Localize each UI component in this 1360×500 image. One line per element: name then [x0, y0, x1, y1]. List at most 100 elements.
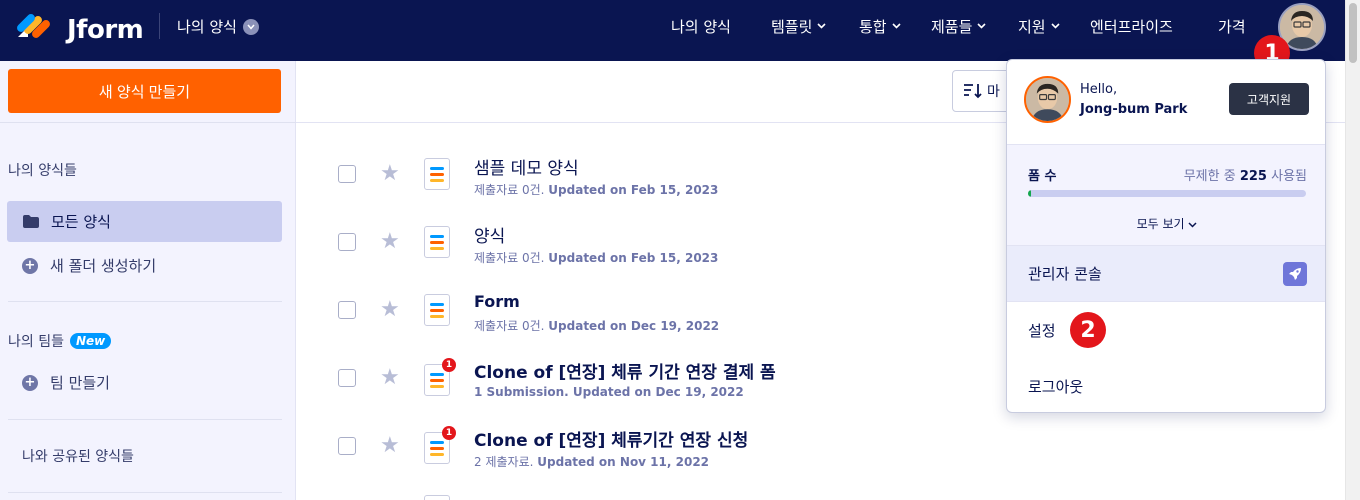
- nav-my-forms[interactable]: 나의 양식: [671, 16, 731, 37]
- nav-products[interactable]: 제품들: [931, 16, 986, 37]
- sidebar-top-divider: [0, 122, 296, 123]
- chevron-down-icon: [817, 22, 826, 32]
- sidebar-divider: [8, 301, 282, 302]
- sidebar-divider: [8, 492, 282, 493]
- form-document-icon: [424, 158, 450, 190]
- form-checkbox[interactable]: [338, 437, 356, 455]
- chevron-down-icon: [1051, 22, 1060, 32]
- form-list-item[interactable]: ★ 1 Clone of [연장] 체류 기간 연장 결제 폼 1 Submis…: [296, 344, 1016, 412]
- form-title[interactable]: Clone of [연장] 체류 기간 연장 결제 폼: [474, 358, 776, 383]
- top-navigation-bar: Jform 나의 양식 나의 양식 템플릿 통합 제품들 지원 엔터프라이즈 가…: [0, 0, 1345, 61]
- create-new-form-button[interactable]: 새 양식 만들기: [8, 69, 281, 113]
- my-forms-heading: 나의 양식들: [8, 163, 77, 179]
- form-title[interactable]: Clone of [연장] 체류기간 연장 신청: [474, 426, 748, 451]
- form-document-icon: [424, 226, 450, 258]
- form-submission-count: 제출자료 0건.: [474, 251, 545, 265]
- callout-badge-2: 2: [1070, 312, 1106, 348]
- view-all-label: 모두 보기: [1136, 217, 1185, 231]
- greeting-text: Hello,: [1080, 82, 1118, 97]
- new-badge: New: [69, 333, 112, 349]
- form-checkbox[interactable]: [338, 165, 356, 183]
- logout-item[interactable]: 로그아웃: [1028, 376, 1083, 397]
- admin-console-item[interactable]: 관리자 콘솔: [1007, 246, 1325, 302]
- form-list-item[interactable]: [296, 480, 1016, 500]
- form-document-icon: 1: [424, 426, 456, 464]
- form-document-icon: [424, 495, 450, 500]
- form-updated-date: Updated on Feb 15, 2023: [548, 251, 719, 265]
- star-icon[interactable]: ★: [380, 231, 400, 253]
- form-submission-count: 1 Submission.: [474, 385, 569, 399]
- dropdown-avatar: [1024, 76, 1071, 123]
- settings-item[interactable]: 설정: [1028, 320, 1056, 341]
- chevron-down-icon: [242, 18, 259, 35]
- jform-logo[interactable]: Jform: [12, 9, 144, 45]
- usage-progress-fill: [1028, 190, 1031, 197]
- nav-templates[interactable]: 템플릿: [771, 16, 826, 37]
- form-list-item[interactable]: ★ 샘플 데모 양식 제출자료 0건. Updated on Feb 15, 2…: [296, 140, 1016, 208]
- star-icon[interactable]: ★: [380, 299, 400, 321]
- form-list-item[interactable]: ★ Form 제출자료 0건. Updated on Dec 19, 2022: [296, 276, 1016, 344]
- form-updated-date: Updated on Feb 15, 2023: [548, 183, 719, 197]
- sidebar-item-shared-forms-label: 나와 공유된 양식들: [22, 449, 134, 465]
- form-usage-value: 무제한 중 225 사용됨: [1184, 165, 1307, 184]
- folder-icon: [23, 215, 39, 228]
- sidebar-item-shared-forms[interactable]: 나와 공유된 양식들: [22, 446, 134, 466]
- star-icon[interactable]: ★: [380, 163, 400, 185]
- sidebar: 새 양식 만들기 나의 양식들 모든 양식 + 새 폴더 생성하기 나의 팀들 …: [0, 61, 296, 500]
- chevron-down-icon: [1188, 222, 1197, 228]
- form-updated-date: Updated on Dec 19, 2022: [548, 319, 720, 333]
- my-forms-dropdown-label: 나의 양식: [177, 18, 237, 36]
- form-usage-panel: 폼 수 무제한 중 225 사용됨 모두 보기: [1007, 144, 1325, 246]
- nav-support[interactable]: 지원: [1018, 16, 1060, 37]
- admin-console-label: 관리자 콘솔: [1028, 265, 1102, 283]
- rocket-icon: [1283, 262, 1307, 286]
- sort-icon: [964, 84, 982, 99]
- user-name: Jong-bum Park: [1080, 102, 1188, 117]
- my-teams-heading-label: 나의 팀들: [8, 334, 64, 350]
- nav-support-label: 지원: [1018, 18, 1046, 36]
- form-submission-count: 제출자료 0건.: [474, 319, 545, 333]
- sidebar-item-all-forms[interactable]: 모든 양식: [7, 201, 282, 242]
- new-submission-badge: 1: [442, 426, 456, 440]
- form-submission-count: 제출자료 0건.: [474, 183, 545, 197]
- form-subtitle: 제출자료 0건. Updated on Dec 19, 2022: [474, 317, 719, 334]
- plus-circle-icon: +: [22, 257, 38, 274]
- page-scrollbar[interactable]: [1345, 0, 1360, 500]
- chevron-down-icon: [892, 22, 901, 32]
- nav-pricing[interactable]: 가격: [1218, 16, 1246, 37]
- form-document-icon: [424, 294, 450, 326]
- form-title[interactable]: Form: [474, 292, 520, 311]
- view-all-link[interactable]: 모두 보기: [1007, 215, 1325, 232]
- sidebar-item-create-team[interactable]: + 팀 만들기: [22, 372, 110, 393]
- sidebar-item-create-team-label: 팀 만들기: [50, 374, 110, 392]
- usage-progress-bar: [1028, 190, 1306, 197]
- form-title[interactable]: 양식: [474, 222, 505, 247]
- form-list-item[interactable]: ★ 1 Clone of [연장] 체류기간 연장 신청 2 제출자료. Upd…: [296, 412, 1016, 480]
- usage-prefix: 무제한 중: [1183, 169, 1236, 184]
- form-document-icon: 1: [424, 358, 456, 396]
- form-updated-date: Updated on Dec 19, 2022: [572, 385, 744, 399]
- brand-name: Jform: [67, 15, 144, 45]
- usage-suffix: 사용됨: [1271, 169, 1307, 184]
- my-teams-heading: 나의 팀들 New: [8, 331, 112, 351]
- customer-support-button[interactable]: 고객지원: [1229, 83, 1309, 115]
- form-checkbox[interactable]: [338, 233, 356, 251]
- nav-enterprise-label: 엔터프라이즈: [1090, 18, 1173, 36]
- form-list-item[interactable]: ★ 양식 제출자료 0건. Updated on Feb 15, 2023: [296, 208, 1016, 276]
- chevron-down-icon: [977, 22, 986, 32]
- sidebar-item-new-folder-label: 새 폴더 생성하기: [50, 257, 157, 275]
- scrollbar-thumb[interactable]: [1349, 3, 1357, 63]
- my-forms-dropdown[interactable]: 나의 양식: [177, 16, 259, 37]
- form-subtitle: 제출자료 0건. Updated on Feb 15, 2023: [474, 181, 718, 198]
- star-icon[interactable]: ★: [380, 435, 400, 457]
- star-icon[interactable]: ★: [380, 367, 400, 389]
- nav-integrations[interactable]: 통합: [859, 16, 901, 37]
- form-title[interactable]: 샘플 데모 양식: [474, 154, 579, 179]
- sidebar-item-new-folder[interactable]: + 새 폴더 생성하기: [22, 255, 156, 276]
- nav-enterprise[interactable]: 엔터프라이즈: [1090, 16, 1173, 37]
- nav-templates-label: 템플릿: [771, 18, 813, 36]
- form-checkbox[interactable]: [338, 369, 356, 387]
- form-subtitle: 1 Submission. Updated on Dec 19, 2022: [474, 385, 744, 399]
- sort-button-label: 마: [987, 84, 1000, 100]
- form-checkbox[interactable]: [338, 301, 356, 319]
